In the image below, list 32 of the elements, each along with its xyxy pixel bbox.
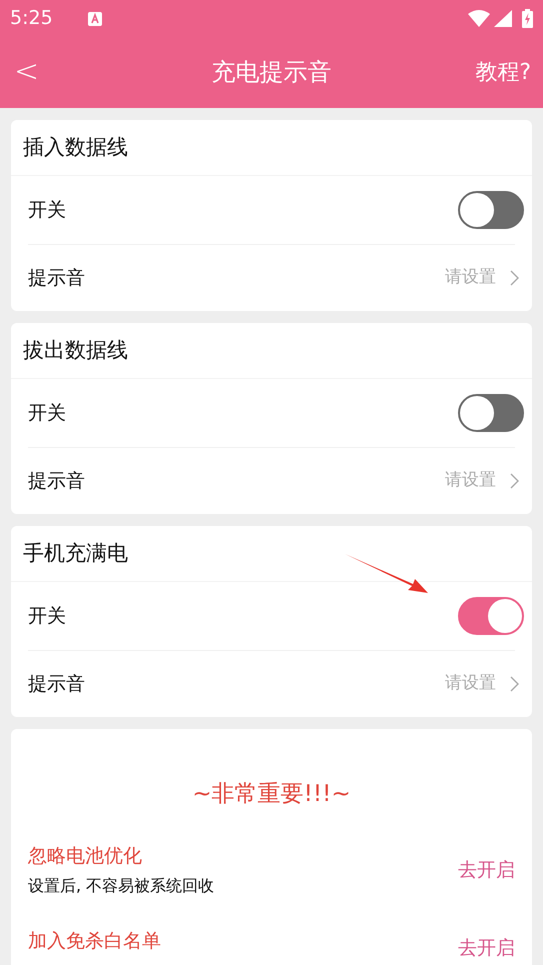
sound-label: 提示音	[28, 672, 85, 697]
item-title: 加入免杀白名单	[28, 929, 162, 954]
toggle-switch[interactable]	[458, 394, 524, 432]
page-title: 充电提示音	[212, 57, 332, 88]
toggle-switch[interactable]	[458, 597, 524, 635]
chevron-right-icon	[510, 473, 519, 489]
battery-icon	[522, 9, 533, 28]
important-heading: ~非常重要!!!~	[192, 780, 351, 809]
sound-value[interactable]: 请设置	[445, 671, 496, 697]
back-button[interactable]: <	[14, 57, 40, 87]
switch-label: 开关	[28, 400, 66, 426]
enable-button[interactable]: 去开启	[458, 856, 515, 884]
item-title: 忽略电池优化	[28, 844, 143, 868]
tutorial-link[interactable]: 教程?	[475, 56, 531, 88]
switch-label: 开关	[28, 604, 66, 629]
section-title: 手机充满电	[23, 540, 128, 567]
section-title: 拔出数据线	[23, 336, 128, 364]
signal-icon	[494, 10, 512, 27]
chevron-right-icon	[510, 270, 519, 286]
chevron-right-icon	[510, 676, 519, 692]
sound-label: 提示音	[28, 468, 85, 494]
enable-button[interactable]: 去开启	[458, 934, 515, 962]
sound-label: 提示音	[28, 266, 85, 291]
status-time: 5:25	[10, 6, 53, 32]
wifi-icon	[468, 10, 490, 27]
toggle-switch[interactable]	[458, 191, 524, 229]
switch-label: 开关	[28, 198, 66, 223]
notification-icon	[88, 12, 102, 26]
sound-value[interactable]: 请设置	[445, 265, 496, 291]
sound-value[interactable]: 请设置	[445, 468, 496, 494]
section-title: 插入数据线	[23, 134, 128, 161]
item-description: 设置后, 不容易被系统回收	[28, 875, 216, 897]
